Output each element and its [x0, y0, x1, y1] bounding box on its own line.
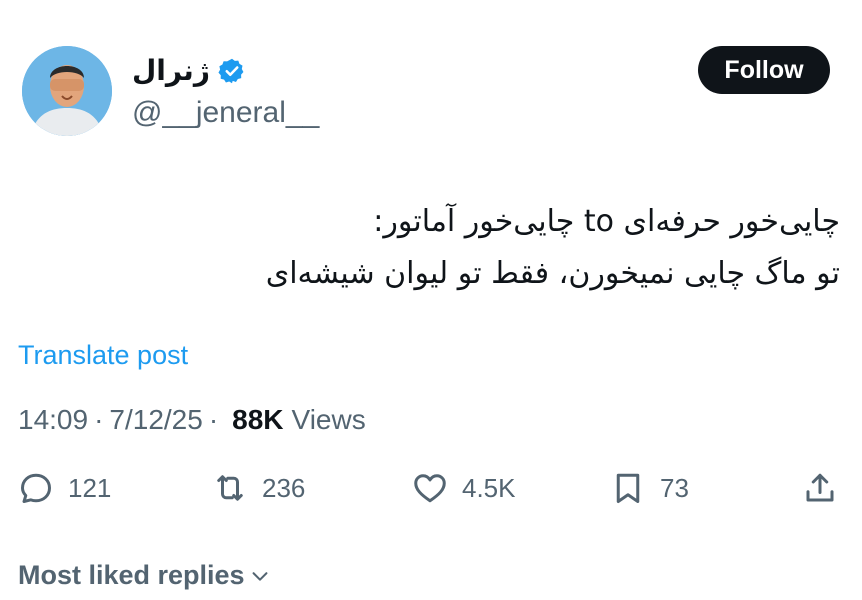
replies-sort-label: Most liked replies — [18, 560, 245, 590]
bookmark-count: 73 — [660, 472, 689, 503]
reply-count: 121 — [68, 472, 112, 503]
tweet-text: چایی‌خور حرفه‌ای to چایی‌خور آماتور: تو … — [40, 196, 840, 300]
author-name-row: ژنرال — [132, 54, 246, 87]
meta-separator: · — [94, 404, 104, 435]
tweet-date[interactable]: 7/12/25 — [109, 404, 202, 436]
retweet-button[interactable]: 236 — [212, 470, 305, 506]
share-button[interactable] — [802, 470, 838, 506]
reply-icon — [21, 473, 51, 503]
action-bar: 121 236 4.5K 73 — [18, 470, 844, 520]
tweet-header: ژنرال @__jeneral__ Follow — [18, 42, 844, 142]
verified-badge-icon — [218, 58, 244, 83]
like-button[interactable]: 4.5K — [412, 470, 516, 506]
tweet-line: چایی‌خور حرفه‌ای to چایی‌خور آماتور: — [373, 204, 840, 239]
author-handle[interactable]: @__jeneral__ — [132, 96, 319, 130]
tweet-time[interactable]: 14:09 — [18, 404, 88, 436]
author-display-name[interactable]: ژنرال — [132, 54, 210, 87]
chevron-down-icon — [252, 571, 268, 581]
follow-button[interactable]: Follow — [698, 46, 830, 94]
retweet-count: 236 — [262, 472, 306, 503]
like-count: 4.5K — [462, 472, 516, 503]
translate-post-link[interactable]: Translate post — [18, 340, 188, 371]
meta-separator: · — [208, 404, 219, 435]
bookmark-icon — [616, 473, 640, 503]
reply-button[interactable]: 121 — [18, 470, 111, 506]
bookmark-button[interactable]: 73 — [610, 470, 689, 506]
retweet-icon — [217, 475, 243, 501]
tweet-meta: 14:09 · 7/12/25 · 88K Views — [18, 404, 366, 436]
avatar[interactable] — [22, 46, 112, 136]
most-liked-replies-toggle[interactable]: Most liked replies — [18, 560, 271, 591]
views-count: 88K — [232, 404, 284, 435]
views-label: Views — [291, 404, 366, 435]
avatar-photo — [22, 46, 112, 136]
share-icon — [806, 473, 834, 502]
heart-icon — [414, 474, 446, 503]
tweet-line: تو ماگ چایی نمیخورن، فقط تو لیوان شیشه‌ا… — [265, 256, 840, 291]
